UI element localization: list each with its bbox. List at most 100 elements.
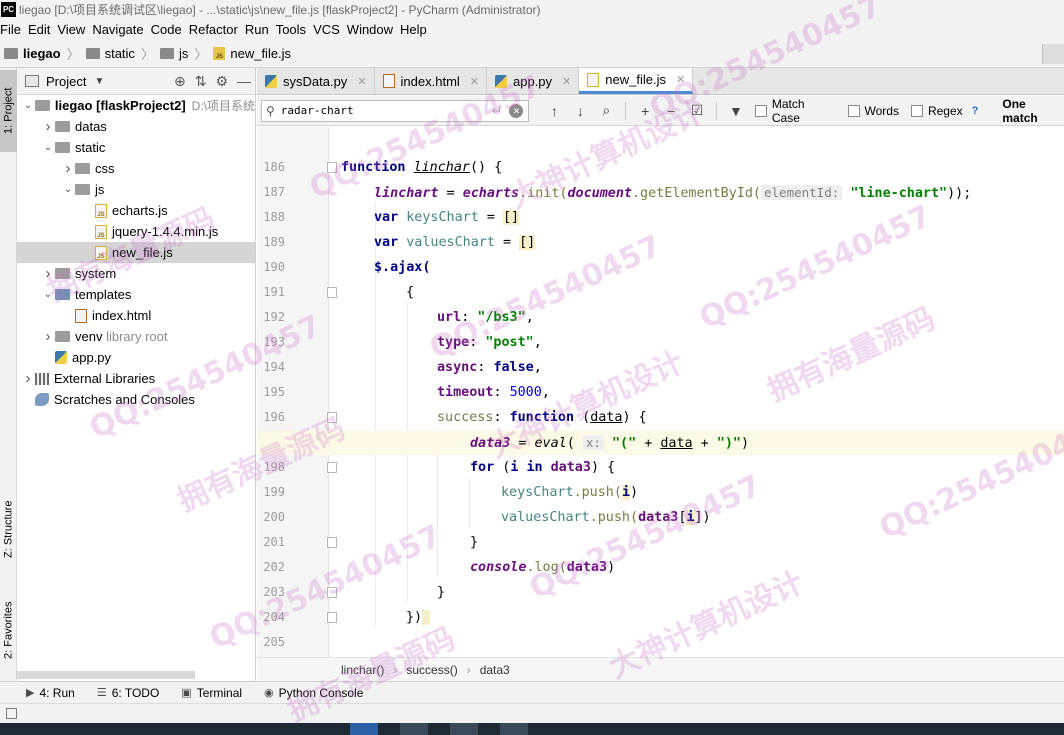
tree-item-label: External Libraries [54,371,156,386]
tab-sysdata-py[interactable]: sysData.py ✕ [257,68,375,94]
locate-icon[interactable]: ⊕ [174,73,186,90]
tab-new-file-js[interactable]: new_file.js ✕ [579,68,694,94]
breadcrumb-data3[interactable]: data3 [480,663,510,677]
sidebar-tab-project[interactable]: 1: Project [0,70,17,152]
tool-windows-toggle-icon[interactable] [6,708,17,719]
fold-marker[interactable] [327,612,337,623]
tree-item[interactable]: app.py [17,347,255,368]
tree-item[interactable]: index.html [17,305,255,326]
tool-window-terminal[interactable]: ▣ Terminal [181,686,242,700]
find-all-icon[interactable]: ⌕ [599,102,613,119]
new-line-icon[interactable]: ↵ [492,103,503,119]
select-all-occurrences-icon[interactable]: ☑ [690,102,704,119]
chevron-right-icon[interactable]: › [41,328,55,345]
project-view-selector[interactable]: Project [46,74,86,89]
close-icon[interactable]: ✕ [676,73,685,86]
chevron-right-icon[interactable]: › [61,160,75,177]
menu-edit[interactable]: Edit [27,22,56,37]
menu-window[interactable]: Window [346,22,399,37]
filter-icon[interactable]: ▼ [729,103,743,119]
sidebar-tab-favorites[interactable]: 2: Favorites [0,590,17,670]
gear-icon[interactable]: ⚙ [215,73,228,90]
menu-help[interactable]: Help [399,22,433,37]
words-checkbox[interactable]: Words [847,104,899,118]
breadcrumb-linchar[interactable]: linchar() [341,663,384,677]
menu-code[interactable]: Code [150,22,188,37]
tree-item[interactable]: ⌄ static [17,137,255,158]
menu-navigate[interactable]: Navigate [91,22,149,37]
fold-marker[interactable] [327,287,337,298]
close-icon[interactable]: ✕ [562,75,571,88]
tree-item[interactable]: JS jquery-1.4.4.min.js [17,221,255,242]
close-icon[interactable]: ✕ [470,75,479,88]
chevron-right-icon[interactable]: › [41,118,55,135]
taskbar-app-icon[interactable] [350,723,378,735]
horizontal-scrollbar[interactable] [17,671,195,679]
breadcrumb-new-file[interactable]: JS new_file.js [213,46,291,61]
clear-search-icon[interactable]: ✕ [509,103,524,118]
tree-item[interactable]: › venv library root [17,326,255,347]
tree-item[interactable]: › External Libraries [17,368,255,389]
code-line: 188 linchart = echarts.init(document.get… [263,185,972,224]
fold-marker[interactable] [327,537,337,548]
chevron-down-icon[interactable]: ⌄ [61,184,75,195]
code-editor[interactable]: 186 187 function linchar() { 188 linchar… [257,127,1064,657]
taskbar-app-icon[interactable] [400,723,428,735]
breadcrumb-js[interactable]: js [159,46,188,61]
tree-item[interactable]: ⌄ liegao [flaskProject2] D:\项目系统 [17,95,255,116]
tree-item[interactable]: JS echarts.js [17,200,255,221]
taskbar-app-icon[interactable] [450,723,478,735]
fold-marker[interactable] [327,462,337,473]
breadcrumb-success[interactable]: success() [406,663,457,677]
menu-file[interactable]: File [0,22,27,37]
tree-item[interactable]: ⌄ templates [17,284,255,305]
tree-item[interactable]: Scratches and Consoles [17,389,255,410]
menu-vcs[interactable]: VCS [312,22,346,37]
chevron-down-icon[interactable]: ⌄ [41,289,55,300]
search-input[interactable] [280,104,471,117]
close-icon[interactable]: ✕ [357,75,366,88]
tool-window-run[interactable]: ▶ 4: Run [26,686,75,700]
tree-item[interactable]: › css [17,158,255,179]
menu-tools[interactable]: Tools [275,22,312,37]
folder-icon [4,48,18,59]
menu-view[interactable]: View [56,22,91,37]
menu-refactor[interactable]: Refactor [188,22,244,37]
fold-marker[interactable] [327,412,337,423]
js-file-icon: JS [95,203,107,218]
run-config-button[interactable] [1042,44,1064,64]
tree-item[interactable]: › system [17,263,255,284]
regex-help-link[interactable]: ? [972,105,979,117]
parameter-hint: x: [582,435,604,450]
folder-icon [75,163,90,174]
tab-index-html[interactable]: index.html ✕ [374,68,487,94]
regex-checkbox[interactable]: Regex [910,104,963,118]
hide-icon[interactable]: — [237,73,251,90]
breadcrumb-static[interactable]: static [85,46,135,61]
chevron-right-icon[interactable]: › [41,265,55,282]
tool-window-python-console[interactable]: ◉ Python Console [264,686,363,700]
match-case-checkbox[interactable]: Match Case [754,97,836,125]
tree-item[interactable]: ⌄ js [17,179,255,200]
chevron-down-icon[interactable]: ⌄ [41,142,55,153]
sidebar-tab-structure[interactable]: Z: Structure [0,490,17,568]
chevron-right-icon[interactable]: › [21,370,35,387]
menu-run[interactable]: Run [244,22,275,37]
chevron-down-icon[interactable]: ▼ [94,76,104,87]
tree-item[interactable]: › datas [17,116,255,137]
taskbar-app-icon[interactable] [500,723,528,735]
tab-app-py[interactable]: app.py ✕ [487,68,580,94]
previous-occurrence-icon[interactable]: ↑ [547,103,561,119]
add-selection-icon[interactable]: + [638,103,652,119]
search-icon[interactable]: ⚲ [266,104,275,118]
collapse-all-icon[interactable]: ⇅ [195,73,207,90]
next-occurrence-icon[interactable]: ↓ [573,103,587,119]
breadcrumb-liegao[interactable]: liegao [4,46,61,61]
remove-selection-icon[interactable]: − [664,103,678,119]
fold-marker[interactable] [327,587,337,598]
chevron-down-icon[interactable]: ⌄ [21,100,35,111]
fold-marker[interactable] [327,162,337,173]
tree-item[interactable]: JS new_file.js [17,242,255,263]
tree-item-label: css [95,161,115,176]
tool-window-todo[interactable]: ☰ 6: TODO [97,686,159,700]
